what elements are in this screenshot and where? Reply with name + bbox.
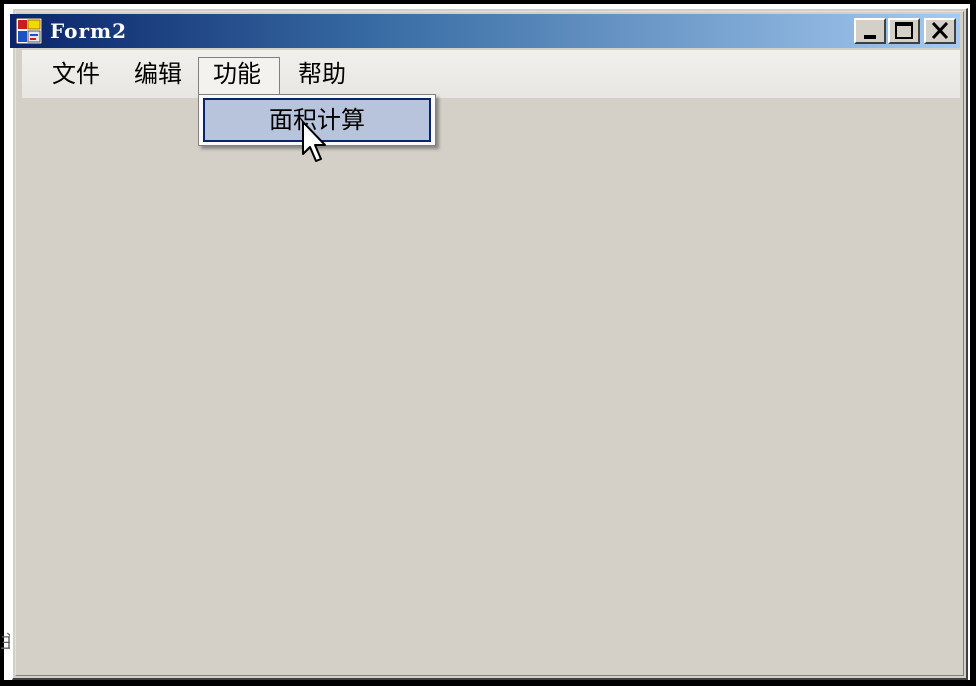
form-window [12,8,968,680]
client-area [15,11,964,676]
close-button[interactable] [924,18,956,44]
menu-help[interactable]: 帮助 [284,58,360,90]
close-icon [931,21,949,40]
screen-frame: Form2 文件 编辑 功能 帮助 面积计算 主 [0,0,976,686]
window-title: Form2 [50,19,128,43]
menu-bar: 文件 编辑 功能 帮助 [22,50,960,98]
minimize-button[interactable] [854,18,886,44]
title-bar[interactable]: Form2 [10,14,960,48]
arrow-pointer-icon [302,121,326,162]
app-form-icon[interactable] [16,18,42,44]
minimize-icon [864,35,876,39]
menu-edit[interactable]: 编辑 [120,58,196,90]
menu-function[interactable]: 功能 [198,57,280,95]
maximize-icon [895,22,913,39]
side-text-fragment: 主 [0,632,10,653]
menu-file[interactable]: 文件 [38,58,114,90]
maximize-button[interactable] [888,18,920,44]
